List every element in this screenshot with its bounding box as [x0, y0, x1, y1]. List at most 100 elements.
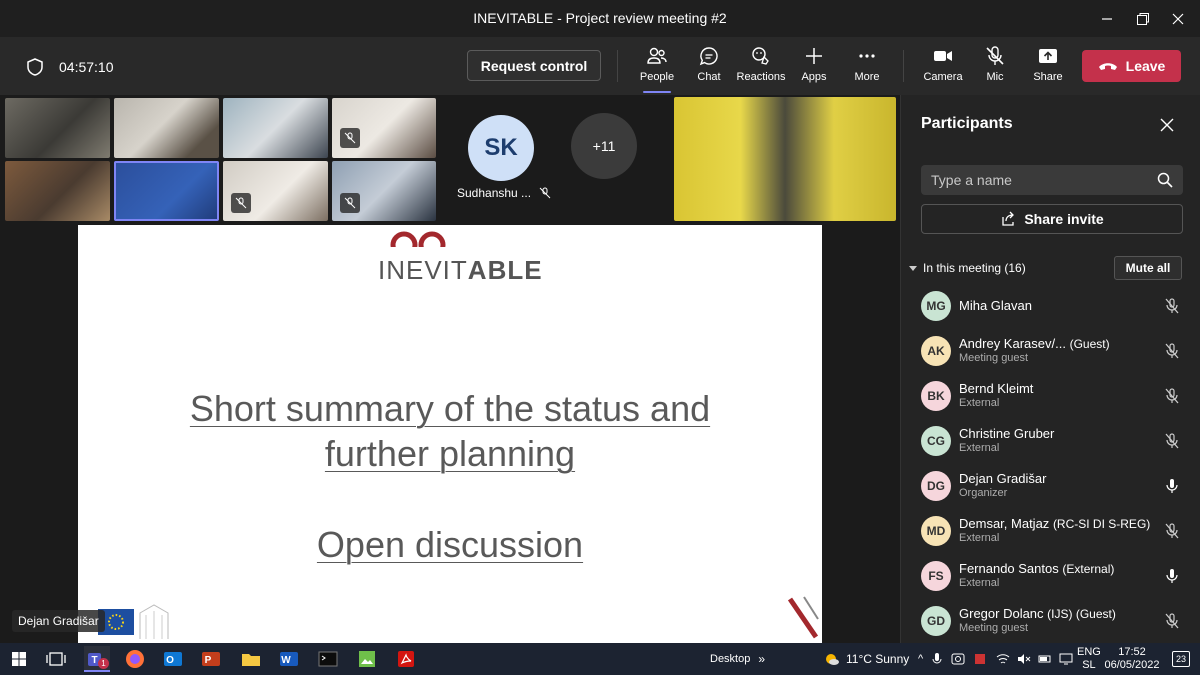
chevron-up-icon[interactable]: ^ [918, 653, 923, 665]
camera-tray-icon[interactable] [951, 652, 965, 666]
image-editor-icon[interactable] [356, 648, 378, 670]
teams-badge: 1 [98, 658, 109, 669]
participant-video-tile[interactable] [223, 98, 328, 158]
participant-row[interactable]: FS Fernando Santos (External) External [901, 553, 1200, 598]
mic-muted-icon[interactable] [1163, 432, 1181, 450]
firefox-icon[interactable] [124, 648, 146, 670]
participant-name-text: Gregor Dolanc [959, 606, 1044, 621]
mic-tray-icon[interactable] [931, 652, 943, 666]
camera-icon [934, 51, 952, 61]
clock[interactable]: 17:52 06/05/2022 [1104, 643, 1159, 675]
svg-text:T: T [91, 655, 97, 666]
windows-start-icon[interactable] [8, 648, 30, 670]
people-button[interactable]: People [631, 45, 683, 93]
mute-all-button[interactable]: Mute all [1114, 256, 1182, 280]
reactions-label: Reactions [736, 71, 786, 83]
task-view-icon[interactable] [45, 648, 67, 670]
pinned-participant-video[interactable] [674, 97, 896, 221]
share-label: Share [1033, 71, 1063, 83]
mic-icon[interactable] [1163, 567, 1181, 585]
participant-role: Meeting guest [959, 352, 1029, 364]
participant-video-tile[interactable] [5, 161, 110, 221]
participant-row[interactable]: AK Andrey Karasev/... (Guest) Meeting gues… [901, 328, 1200, 373]
camera-label: Camera [923, 71, 963, 83]
desktop-toolbar[interactable]: Desktop » [710, 643, 765, 675]
participant-name: Fernando Santos (External) [959, 561, 1114, 576]
minimize-icon [1102, 17, 1112, 20]
weather-widget[interactable]: 11°C Sunny [824, 643, 909, 675]
apps-button[interactable]: Apps [788, 45, 840, 89]
participant-video-tile[interactable] [332, 161, 436, 221]
request-control-button[interactable]: Request control [467, 50, 601, 81]
participant-tag: (IJS) (Guest) [1047, 607, 1116, 621]
network-volume-tray [996, 643, 1073, 675]
outlook-icon[interactable]: O [162, 648, 184, 670]
weather-text: 11°C Sunny [846, 652, 910, 666]
lang-bottom: SL [1082, 659, 1096, 671]
mic-muted-icon[interactable] [1163, 522, 1181, 540]
teams-taskbar-button[interactable]: T 1 [84, 646, 110, 672]
people-label: People [639, 71, 675, 83]
meeting-timer: 04:57:10 [25, 57, 114, 77]
svg-text:P: P [205, 655, 212, 666]
mic-button[interactable]: Mic [969, 45, 1021, 89]
participant-row[interactable]: MD Demsar, Matjaz (RC-SI DI S-REG) Externa… [901, 508, 1200, 553]
participant-name: Dejan Gradišar [959, 471, 1046, 486]
mic-muted-icon [986, 46, 1004, 65]
close-panel-icon[interactable] [1157, 115, 1177, 135]
mic-icon[interactable] [1163, 477, 1181, 495]
mic-muted-icon[interactable] [1163, 297, 1181, 315]
chat-button[interactable]: Chat [683, 45, 735, 89]
file-explorer-icon[interactable] [240, 648, 262, 670]
powerpoint-icon[interactable]: P [200, 648, 222, 670]
participant-row[interactable]: CG Christine Gruber External [901, 418, 1200, 463]
participant-video-tile[interactable] [114, 98, 219, 158]
participant-search-input[interactable]: Type a name [921, 165, 1183, 195]
participant-initials-avatar: MD [921, 516, 951, 546]
word-icon[interactable]: W [278, 648, 300, 670]
participant-name-text: Christine Gruber [959, 426, 1055, 441]
participant-row[interactable]: MG Miha Glavan [901, 283, 1200, 328]
battery-icon[interactable] [1038, 653, 1052, 665]
window-title: INEVITABLE - Project review meeting #2 [473, 10, 727, 26]
leave-button[interactable]: Leave [1082, 50, 1181, 82]
acrobat-icon[interactable] [395, 648, 417, 670]
participant-row[interactable]: DG Dejan Gradišar Organizer [901, 463, 1200, 508]
more-button[interactable]: More [841, 45, 893, 89]
participant-video-tile[interactable] [332, 98, 436, 158]
participant-video-tile[interactable] [5, 98, 110, 158]
leave-label: Leave [1125, 58, 1166, 74]
participant-role: External [959, 577, 1000, 589]
more-icon [859, 54, 875, 58]
share-button[interactable]: Share [1022, 45, 1074, 89]
participant-role: Organizer [959, 487, 1008, 499]
display-icon[interactable] [1059, 653, 1073, 665]
more-participants-button[interactable]: +11 [571, 113, 637, 179]
reactions-button[interactable]: Reactions [735, 45, 787, 89]
toolbar-divider [617, 50, 618, 82]
notification-center-button[interactable]: 23 [1172, 643, 1190, 675]
security-icon[interactable] [973, 652, 987, 666]
share-invite-button[interactable]: Share invite [921, 204, 1183, 234]
participant-row[interactable]: BK Bernd Kleimt External [901, 373, 1200, 418]
close-window-button[interactable] [1156, 0, 1200, 37]
reactions-icon [752, 47, 769, 65]
eu-building-icon [139, 604, 169, 639]
meeting-toolbar: 04:57:10 Request control People Chat Rea… [0, 37, 1200, 95]
active-speaker-video-tile[interactable] [114, 161, 219, 221]
volume-muted-icon[interactable] [1017, 653, 1031, 665]
share-invite-label: Share invite [1024, 211, 1104, 227]
in-meeting-section-header[interactable]: In this meeting (16) [909, 261, 1026, 275]
participant-row[interactable]: GD Gregor Dolanc (IJS) (Guest) Meeting gue… [901, 598, 1200, 643]
slide-heading-line-1: Short summary of the status and [189, 388, 711, 429]
mic-muted-icon[interactable] [1163, 612, 1181, 630]
mic-muted-icon[interactable] [1163, 387, 1181, 405]
participant-video-tile[interactable] [223, 161, 328, 221]
wifi-icon[interactable] [996, 653, 1010, 665]
mic-muted-icon [344, 132, 356, 144]
participant-avatar[interactable]: SK [468, 115, 534, 181]
camera-button[interactable]: Camera [917, 45, 969, 89]
mic-muted-icon[interactable] [1163, 342, 1181, 360]
terminal-icon[interactable] [317, 648, 339, 670]
input-language-indicator[interactable]: ENG SL [1077, 643, 1101, 675]
